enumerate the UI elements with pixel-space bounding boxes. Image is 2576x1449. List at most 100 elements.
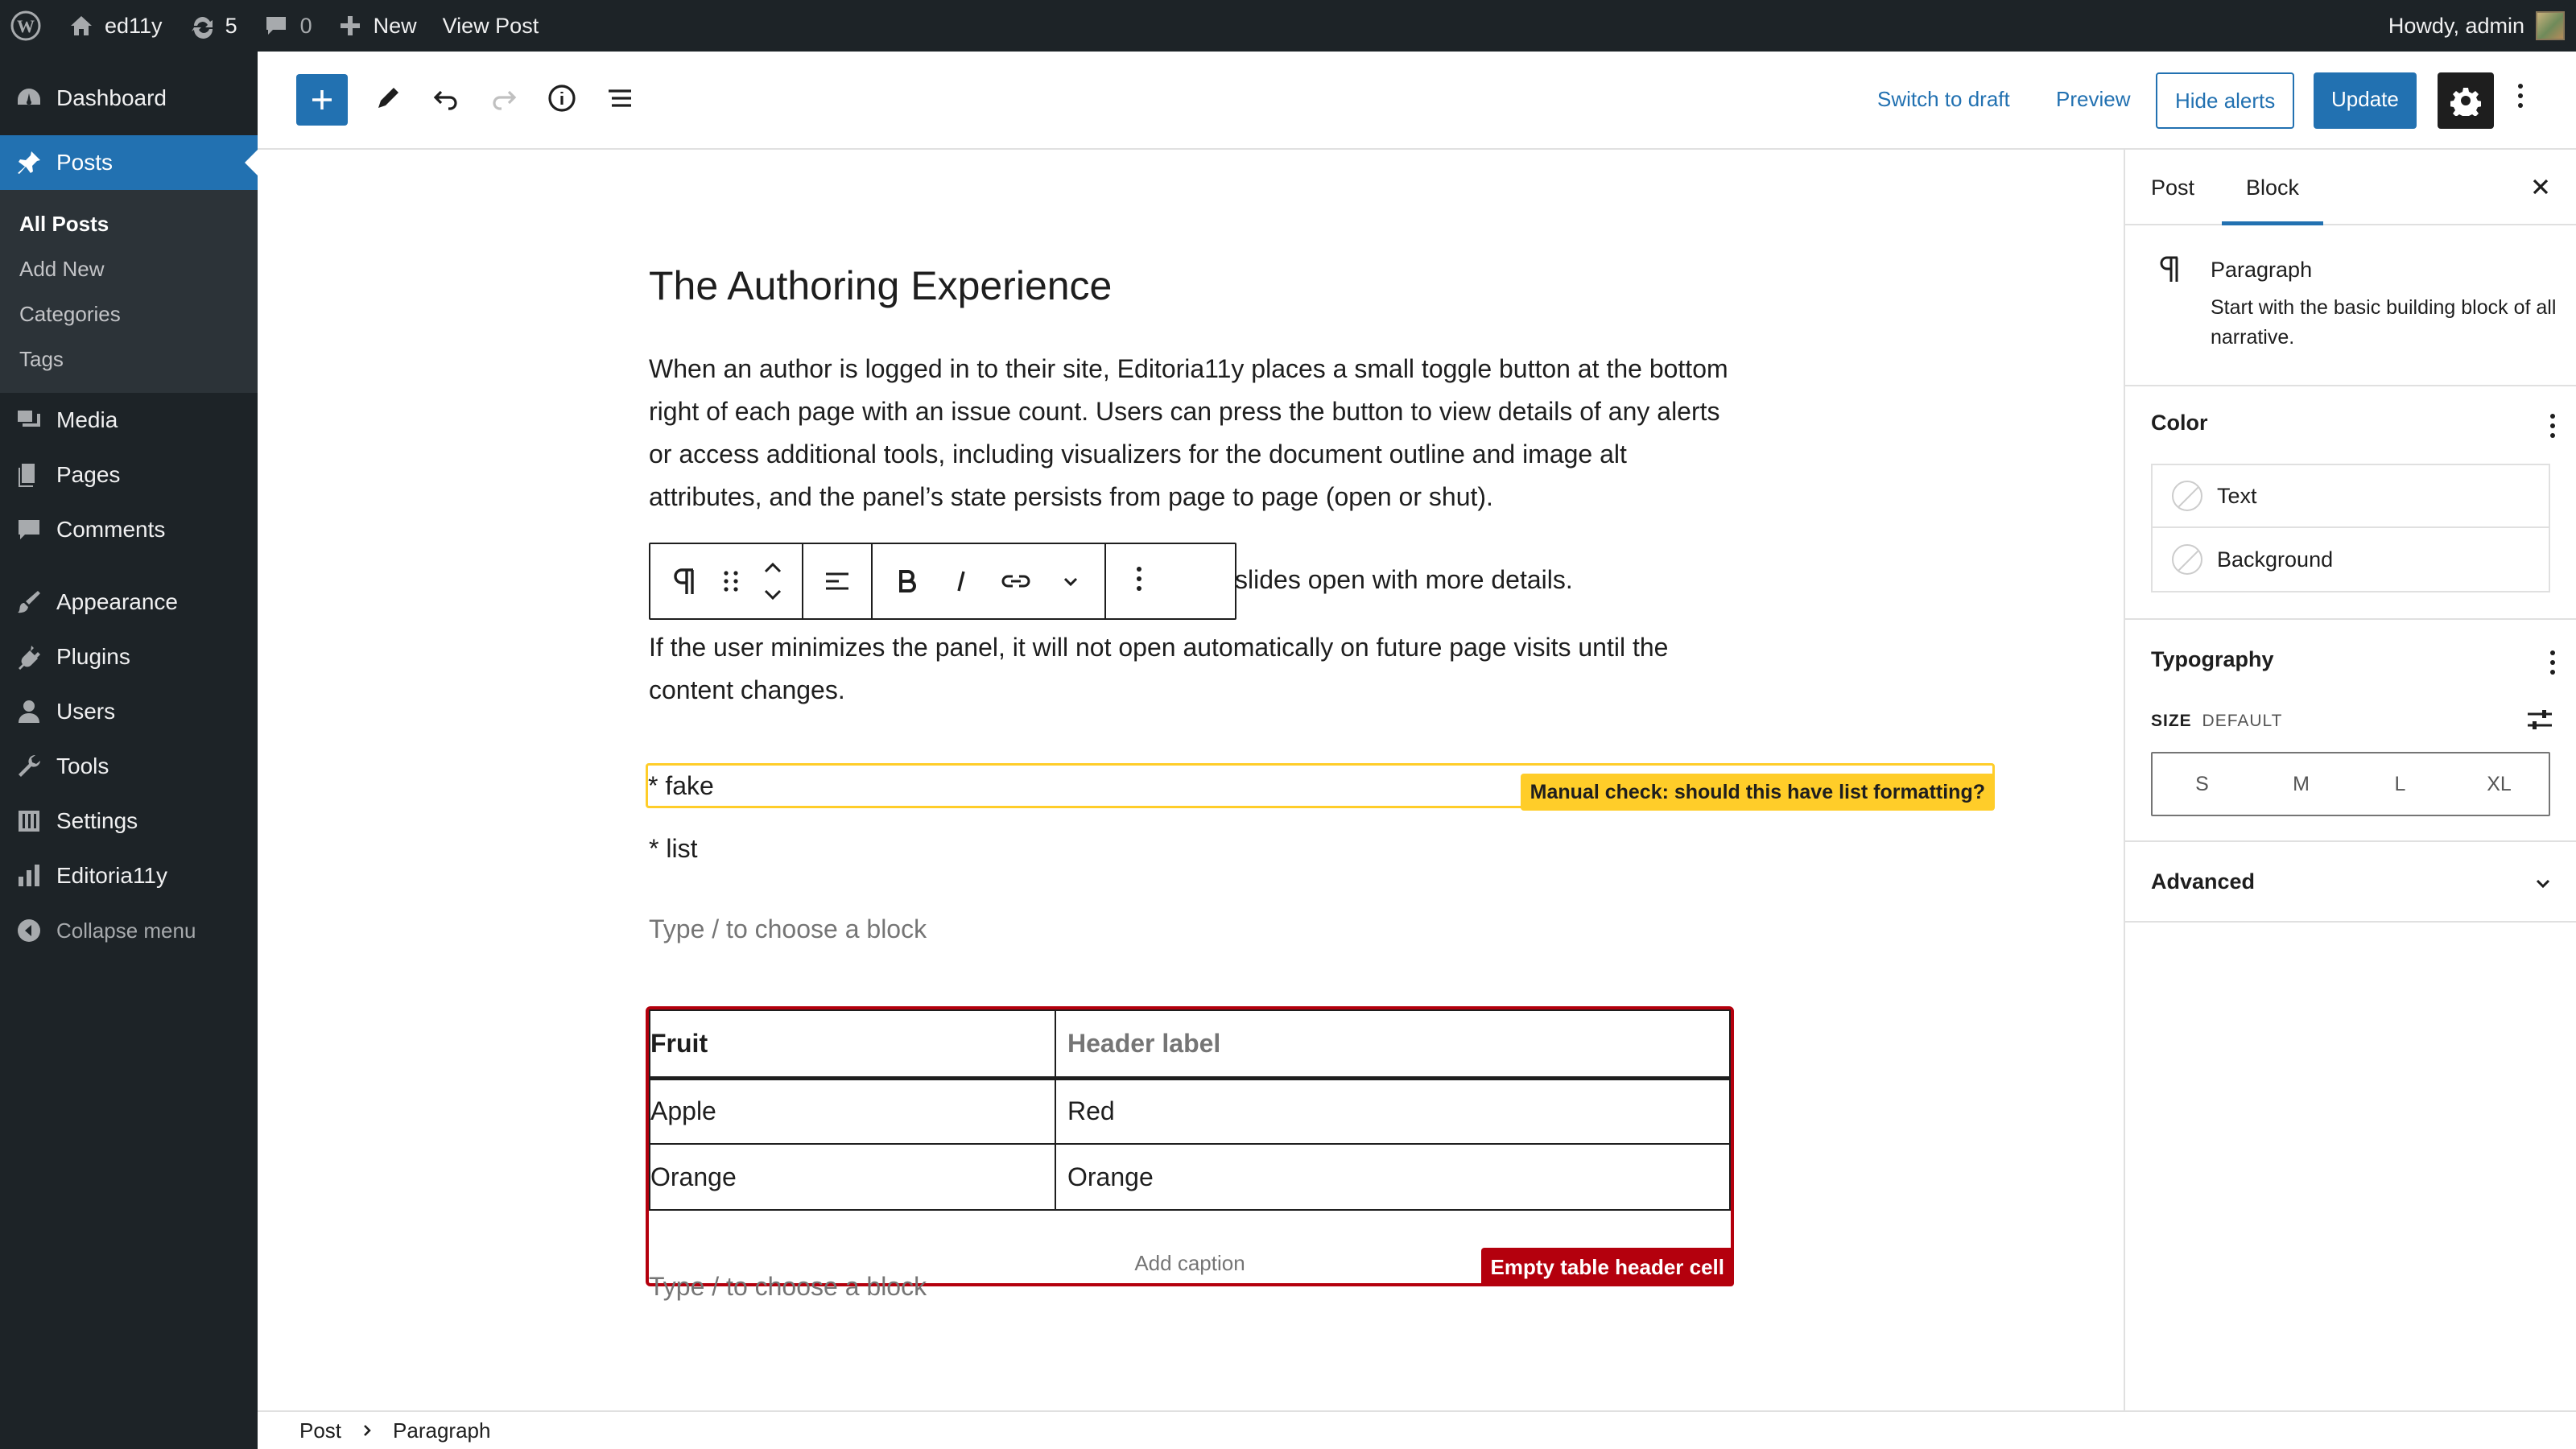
table-cell[interactable]: Orange <box>1055 1143 1731 1211</box>
size-option-s[interactable]: S <box>2153 753 2252 815</box>
collapse-menu-button[interactable]: Collapse menu <box>0 903 258 958</box>
comments-link[interactable]: 0 <box>250 0 325 52</box>
paragraph-block-3[interactable]: If the user minimizes the panel, it will… <box>649 626 1736 712</box>
paragraph-block-switcher[interactable] <box>660 553 708 609</box>
info-icon <box>548 85 576 112</box>
link-button[interactable] <box>992 553 1040 609</box>
paragraph-block-2[interactable]: slides open with more details. <box>1235 559 1798 601</box>
block-placeholder-2[interactable]: Type / to choose a block <box>649 1265 1736 1308</box>
wrench-icon <box>13 750 45 782</box>
sidebar-item-plugins[interactable]: Plugins <box>0 630 258 684</box>
preview-button[interactable]: Preview <box>2056 72 2130 126</box>
more-formats-button[interactable] <box>1046 553 1095 609</box>
manual-check-alert-badge[interactable]: Manual check: should this have list form… <box>1520 774 1995 811</box>
breadcrumb-paragraph[interactable]: Paragraph <box>393 1418 490 1443</box>
sidebar-item-editoria11y[interactable]: Editoria11y <box>0 848 258 903</box>
submenu-item-add-new[interactable]: Add New <box>0 246 258 291</box>
block-card-description: Start with the basic building block of a… <box>2211 296 2557 349</box>
hide-alerts-button[interactable]: Hide alerts <box>2156 72 2295 129</box>
table-block-flagged[interactable]: Fruit Header label Apple Red Orange Oran… <box>646 1006 1734 1286</box>
submenu-item-all-posts[interactable]: All Posts <box>0 201 258 246</box>
details-button[interactable] <box>536 72 588 124</box>
data-table: Fruit Header label Apple Red Orange Oran… <box>649 1009 1731 1211</box>
chevron-down-icon <box>1063 577 1078 587</box>
sidebar-item-media[interactable]: Media <box>0 393 258 448</box>
user-icon <box>13 696 45 728</box>
custom-size-button[interactable] <box>2524 705 2555 738</box>
size-label: SIZE <box>2151 712 2192 730</box>
redo-button[interactable] <box>478 72 530 124</box>
sidebar-item-dashboard[interactable]: Dashboard <box>0 71 258 126</box>
color-options-kebab-icon[interactable] <box>2550 414 2557 443</box>
submenu-item-categories[interactable]: Categories <box>0 291 258 336</box>
sidebar-label-settings: Settings <box>56 808 138 833</box>
block-placeholder-1[interactable]: Type / to choose a block <box>649 908 1736 951</box>
bold-button[interactable] <box>882 553 931 609</box>
sidebar-item-appearance[interactable]: Appearance <box>0 575 258 630</box>
italic-icon <box>957 571 965 592</box>
sidebar-item-users[interactable]: Users <box>0 684 258 739</box>
sidebar-item-tools[interactable]: Tools <box>0 739 258 794</box>
format-group <box>873 544 1106 618</box>
sidebar-item-settings[interactable]: Settings <box>0 794 258 848</box>
pencil-icon <box>378 88 398 108</box>
table-cell[interactable]: Orange <box>649 1143 1056 1211</box>
close-panel-button[interactable] <box>2528 174 2553 204</box>
chevron-down-icon <box>2531 871 2555 899</box>
table-header-cell[interactable]: Fruit <box>649 1009 1056 1080</box>
typography-options-kebab-icon[interactable] <box>2550 650 2557 679</box>
align-button[interactable] <box>813 553 861 609</box>
color-background-item[interactable]: Background <box>2151 528 2550 592</box>
table-cell[interactable]: Apple <box>649 1077 1056 1145</box>
tab-block[interactable]: Block <box>2222 150 2324 225</box>
paragraph-block-1[interactable]: When an author is logged in to their sit… <box>649 348 1736 518</box>
more-options-button[interactable] <box>2518 84 2528 113</box>
italic-button[interactable] <box>937 553 985 609</box>
table-header-cell-empty[interactable]: Header label <box>1055 1009 1731 1080</box>
undo-button[interactable] <box>420 72 472 124</box>
settings-button[interactable] <box>2438 72 2494 129</box>
update-button[interactable]: Update <box>2314 72 2417 129</box>
align-left-icon <box>826 572 848 590</box>
new-content-link[interactable]: New <box>325 0 430 52</box>
plus-icon <box>340 16 360 35</box>
sidebar-item-pages[interactable]: Pages <box>0 448 258 502</box>
post-title[interactable]: The Authoring Experience <box>649 262 1112 309</box>
comments-icon <box>13 514 45 546</box>
tab-post[interactable]: Post <box>2151 150 2194 225</box>
chevron-up-down-icon <box>764 562 782 601</box>
sidebar-item-posts[interactable]: Posts <box>0 135 258 190</box>
fake-list-paragraph-2[interactable]: * list <box>649 828 1736 870</box>
submenu-item-tags[interactable]: Tags <box>0 336 258 382</box>
my-account[interactable]: Howdy, admin <box>2388 0 2565 52</box>
table-cell[interactable]: Red <box>1055 1077 1731 1145</box>
move-up-down-buttons[interactable] <box>753 553 792 609</box>
undo-icon <box>433 90 457 110</box>
sidebar-item-comments[interactable]: Comments <box>0 502 258 557</box>
gear-icon <box>2450 88 2481 116</box>
bar-chart-icon <box>13 860 45 892</box>
sidebar-label-comments: Comments <box>56 517 166 542</box>
size-option-m[interactable]: M <box>2252 753 2351 815</box>
drag-handle[interactable] <box>715 553 747 609</box>
typography-panel: Typography SIZE DEFAULT S M L XL <box>2125 620 2576 842</box>
view-post-label: View Post <box>442 13 539 38</box>
advanced-panel[interactable]: Advanced <box>2125 842 2576 923</box>
switch-to-draft-button[interactable]: Switch to draft <box>1877 72 2010 126</box>
updates-link[interactable]: 5 <box>175 0 250 52</box>
tools-button[interactable] <box>362 72 414 124</box>
block-inserter-button[interactable] <box>296 74 348 126</box>
size-option-l[interactable]: L <box>2351 753 2450 815</box>
block-options-button[interactable] <box>1116 553 1164 609</box>
size-option-xl[interactable]: XL <box>2450 753 2549 815</box>
font-size-label: SIZE DEFAULT <box>2151 712 2283 731</box>
posts-submenu: All Posts Add New Categories Tags <box>0 190 258 393</box>
color-text-item[interactable]: Text <box>2151 464 2550 528</box>
fake-list-paragraph-flagged[interactable]: * fake Manual check: should this have li… <box>646 763 1995 811</box>
list-view-button[interactable] <box>594 72 646 124</box>
site-name-link[interactable]: ed11y <box>55 0 175 52</box>
wordpress-logo-icon[interactable]: W <box>0 0 55 52</box>
breadcrumb-post[interactable]: Post <box>299 1418 341 1443</box>
block-card-title: Paragraph <box>2211 258 2313 282</box>
view-post-link[interactable]: View Post <box>430 0 552 52</box>
